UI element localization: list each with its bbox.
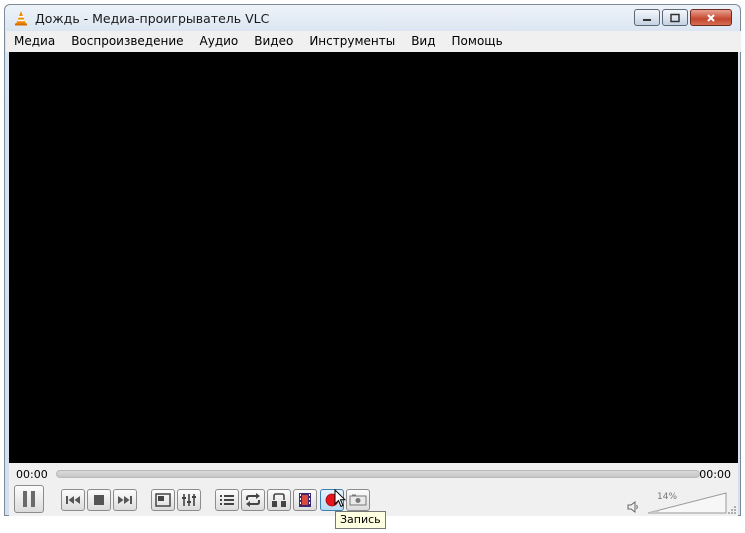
loop-icon <box>246 493 260 507</box>
total-time: 00:00 <box>699 468 731 481</box>
video-display[interactable] <box>9 52 738 463</box>
stop-button[interactable] <box>87 489 111 511</box>
elapsed-time: 00:00 <box>16 468 48 481</box>
next-icon <box>118 496 132 504</box>
equalizer-icon <box>182 494 196 506</box>
extended-settings-button[interactable] <box>177 489 201 511</box>
menu-audio[interactable]: Аудио <box>192 31 247 52</box>
frame-by-frame-button[interactable] <box>293 489 317 511</box>
ab-loop-icon <box>272 493 286 507</box>
pause-button[interactable] <box>14 485 44 513</box>
fullscreen-icon <box>155 493 171 507</box>
seek-slider[interactable] <box>56 470 700 478</box>
previous-button[interactable] <box>61 489 85 511</box>
snapshot-icon <box>349 494 367 506</box>
vlc-cone-icon <box>15 11 27 26</box>
menu-video[interactable]: Видео <box>246 31 301 52</box>
menu-media[interactable]: Медиа <box>6 31 63 52</box>
minimize-button[interactable] <box>634 9 660 26</box>
vlc-window: Дождь - Медиа-проигрыватель VLC Медиа Во… <box>4 4 741 516</box>
playlist-button[interactable] <box>215 489 239 511</box>
fullscreen-button[interactable] <box>151 489 175 511</box>
film-frame-icon <box>299 493 311 507</box>
resize-grip-icon[interactable] <box>727 505 737 515</box>
stop-icon <box>94 495 104 505</box>
menu-bar: Медиа Воспроизведение Аудио Видео Инстру… <box>6 31 741 52</box>
speaker-icon[interactable] <box>627 501 639 513</box>
window-title: Дождь - Медиа-проигрыватель VLC <box>35 11 270 26</box>
menu-help[interactable]: Помощь <box>444 31 511 52</box>
close-button[interactable] <box>690 9 732 26</box>
title-bar[interactable]: Дождь - Медиа-проигрыватель VLC <box>5 5 740 31</box>
ab-loop-button[interactable] <box>267 489 291 511</box>
mouse-cursor-icon <box>334 489 346 508</box>
next-button[interactable] <box>113 489 137 511</box>
window-controls <box>634 9 732 26</box>
close-icon <box>707 13 715 22</box>
menu-tools[interactable]: Инструменты <box>301 31 403 52</box>
volume-percent: 14% <box>657 492 678 502</box>
menu-playback[interactable]: Воспроизведение <box>63 31 191 52</box>
minimize-icon <box>643 18 651 21</box>
playlist-icon <box>220 495 234 505</box>
maximize-icon <box>670 13 680 22</box>
snapshot-button[interactable] <box>346 489 370 511</box>
maximize-button[interactable] <box>662 9 688 26</box>
control-panel: 00:00 00:00 14% <box>9 463 738 516</box>
previous-icon <box>66 496 80 504</box>
menu-view[interactable]: Вид <box>403 31 443 52</box>
loop-button[interactable] <box>241 489 265 511</box>
record-tooltip: Запись <box>335 511 386 529</box>
pause-icon <box>23 491 35 507</box>
